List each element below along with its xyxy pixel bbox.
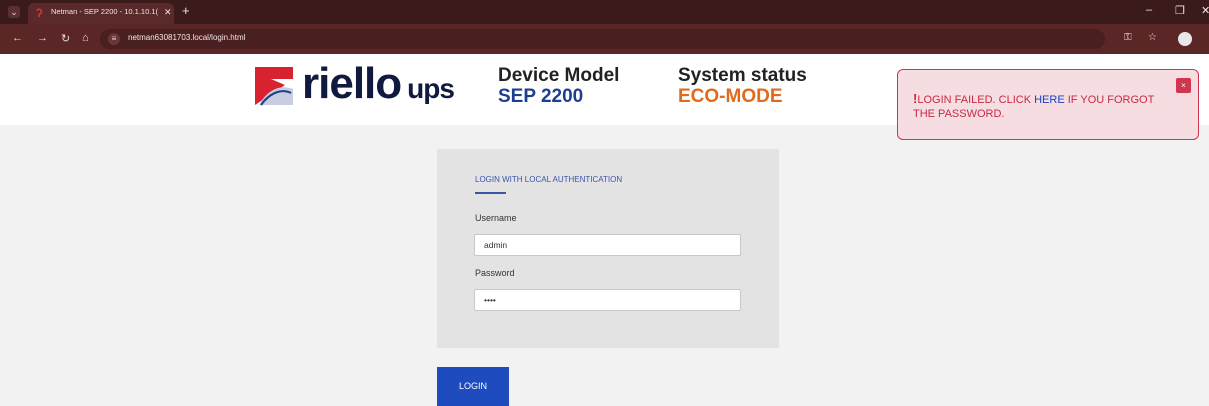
username-value: admin [484, 240, 508, 250]
password-label: Password [475, 268, 515, 278]
close-alert-button[interactable]: × [1176, 78, 1191, 93]
system-status-label: System status [678, 65, 807, 86]
forward-icon[interactable]: → [37, 32, 48, 44]
tab-title: Netman - SEP 2200 - 10.1.10.1( [51, 7, 159, 16]
site-info-icon[interactable]: ≡ [108, 33, 120, 45]
reload-icon[interactable]: ↻ [61, 32, 70, 45]
alert-prefix: LOGIN FAILED. CLICK [917, 94, 1035, 106]
star-icon[interactable]: ☆ [1148, 32, 1157, 43]
system-status-block: System status ECO-MODE [678, 65, 807, 108]
device-model-label: Device Model [498, 65, 620, 86]
brand-name: riello [302, 59, 402, 108]
url-input[interactable]: ≡ netman63081703.local/login.html [100, 29, 1105, 49]
device-model-block: Device Model SEP 2200 [498, 65, 619, 108]
login-panel: LOGIN WITH LOCAL AUTHENTICATION Username… [437, 149, 779, 348]
key-icon[interactable]: ⚿ [1124, 32, 1132, 43]
title-underline [475, 192, 506, 194]
back-icon[interactable]: ← [12, 32, 23, 44]
username-label: Username [475, 213, 517, 223]
browser-tab[interactable]: ʔ Netman - SEP 2200 - 10.1.10.1( ✕ [28, 3, 174, 24]
system-status-value: ECO-MODE [678, 86, 783, 107]
alert-message: !LOGIN FAILED. CLICK HERE IF YOU FORGOT … [913, 92, 1178, 121]
username-field[interactable]: admin [474, 234, 741, 256]
profile-icon[interactable] [1178, 32, 1192, 46]
password-field[interactable]: •••• [474, 289, 741, 311]
restore-icon[interactable]: ❐ [1175, 4, 1185, 17]
close-tab-icon[interactable]: ✕ [164, 7, 172, 18]
tab-list-icon[interactable]: ⌄ [8, 6, 20, 18]
minimize-icon[interactable]: – [1146, 4, 1152, 16]
home-icon[interactable]: ⌂ [82, 32, 89, 44]
password-value: •••• [484, 295, 496, 305]
brand-mark-icon [255, 67, 293, 106]
close-window-icon[interactable]: ✕ [1201, 4, 1209, 17]
device-model-value: SEP 2200 [498, 86, 584, 107]
favicon-icon: ʔ [36, 6, 43, 20]
brand-suffix: ups [407, 73, 455, 104]
new-tab-icon[interactable]: + [182, 3, 190, 18]
address-bar: ← → ↻ ⌂ ≡ netman63081703.local/login.htm… [0, 24, 1209, 54]
brand-wordmark: riello ups [302, 59, 455, 109]
forgot-password-link[interactable]: HERE [1034, 94, 1065, 106]
login-panel-title: LOGIN WITH LOCAL AUTHENTICATION [475, 175, 623, 184]
browser-tab-bar: ⌄ ʔ Netman - SEP 2200 - 10.1.10.1( ✕ + –… [0, 0, 1209, 24]
login-button[interactable]: LOGIN [437, 367, 509, 406]
url-text: netman63081703.local/login.html [128, 33, 246, 42]
login-error-alert: !LOGIN FAILED. CLICK HERE IF YOU FORGOT … [897, 69, 1199, 140]
